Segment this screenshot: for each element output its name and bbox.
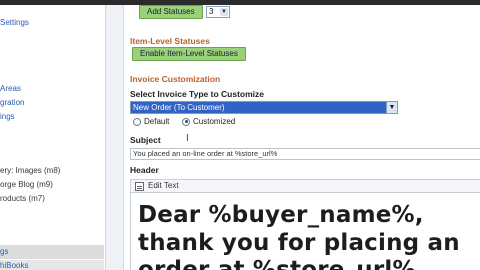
enable-item-level-button[interactable]: Enable Item-Level Statuses: [132, 47, 246, 61]
sidebar-item-books[interactable]: hiBooks: [0, 260, 104, 270]
radio-default-button[interactable]: [133, 117, 141, 126]
chevron-down-icon: ▼: [386, 102, 397, 113]
add-statuses-button[interactable]: Add Statuses: [139, 5, 203, 19]
status-count-select[interactable]: 3 ▼: [206, 6, 230, 18]
editor-toolbar: Edit Text: [130, 179, 480, 193]
header-line-2: thank you for placing an: [138, 230, 460, 256]
sidebar: Settings Areas gration ings ery: Images …: [0, 5, 106, 270]
sidebar-item-settings[interactable]: Settings: [0, 17, 104, 29]
subject-input[interactable]: You placed an on-line order at %store_ur…: [130, 148, 480, 160]
subject-label: Subject: [130, 135, 161, 145]
sidebar-item-gallery-images[interactable]: ery: Images (m8): [0, 165, 104, 177]
edit-text-icon[interactable]: [135, 181, 144, 191]
status-count-value: 3: [209, 7, 214, 16]
sidebar-item-integration[interactable]: gration: [0, 97, 104, 109]
header-line-1: Dear %buyer_name%,: [138, 202, 424, 228]
sidebar-item-settings-2[interactable]: ings: [0, 111, 104, 123]
header-label: Header: [130, 165, 159, 175]
radio-default-label: Default: [144, 117, 170, 126]
invoice-type-value: New Order (To Customer): [133, 103, 225, 112]
sidebar-item-areas[interactable]: Areas: [0, 83, 104, 95]
radio-customized-label: Customized: [193, 117, 236, 126]
invoice-type-select[interactable]: New Order (To Customer) ▼: [130, 101, 398, 114]
sidebar-item-blog[interactable]: orge Blog (m9): [0, 179, 104, 191]
radio-customized-button[interactable]: [182, 117, 190, 126]
sidebar-item-active[interactable]: gs: [0, 245, 104, 259]
main-content: Add Statuses 3 ▼ Item-Level Statuses Ena…: [124, 5, 480, 270]
item-level-title: Item-Level Statuses: [130, 36, 210, 46]
select-invoice-label: Select Invoice Type to Customize: [130, 89, 264, 99]
text-cursor-icon: I: [186, 133, 189, 144]
sidebar-divider: [106, 5, 124, 270]
invoice-customization-title: Invoice Customization: [130, 74, 221, 84]
chevron-down-icon: ▼: [220, 8, 228, 16]
radio-customized[interactable]: Customized: [182, 117, 235, 126]
radio-default[interactable]: Default: [133, 117, 169, 126]
header-editor[interactable]: Dear %buyer_name%, thank you for placing…: [130, 193, 480, 270]
header-line-3: order at %store_url%: [138, 257, 416, 270]
edit-text-button[interactable]: Edit Text: [148, 180, 179, 192]
sidebar-item-products[interactable]: roducts (m7): [0, 193, 104, 205]
